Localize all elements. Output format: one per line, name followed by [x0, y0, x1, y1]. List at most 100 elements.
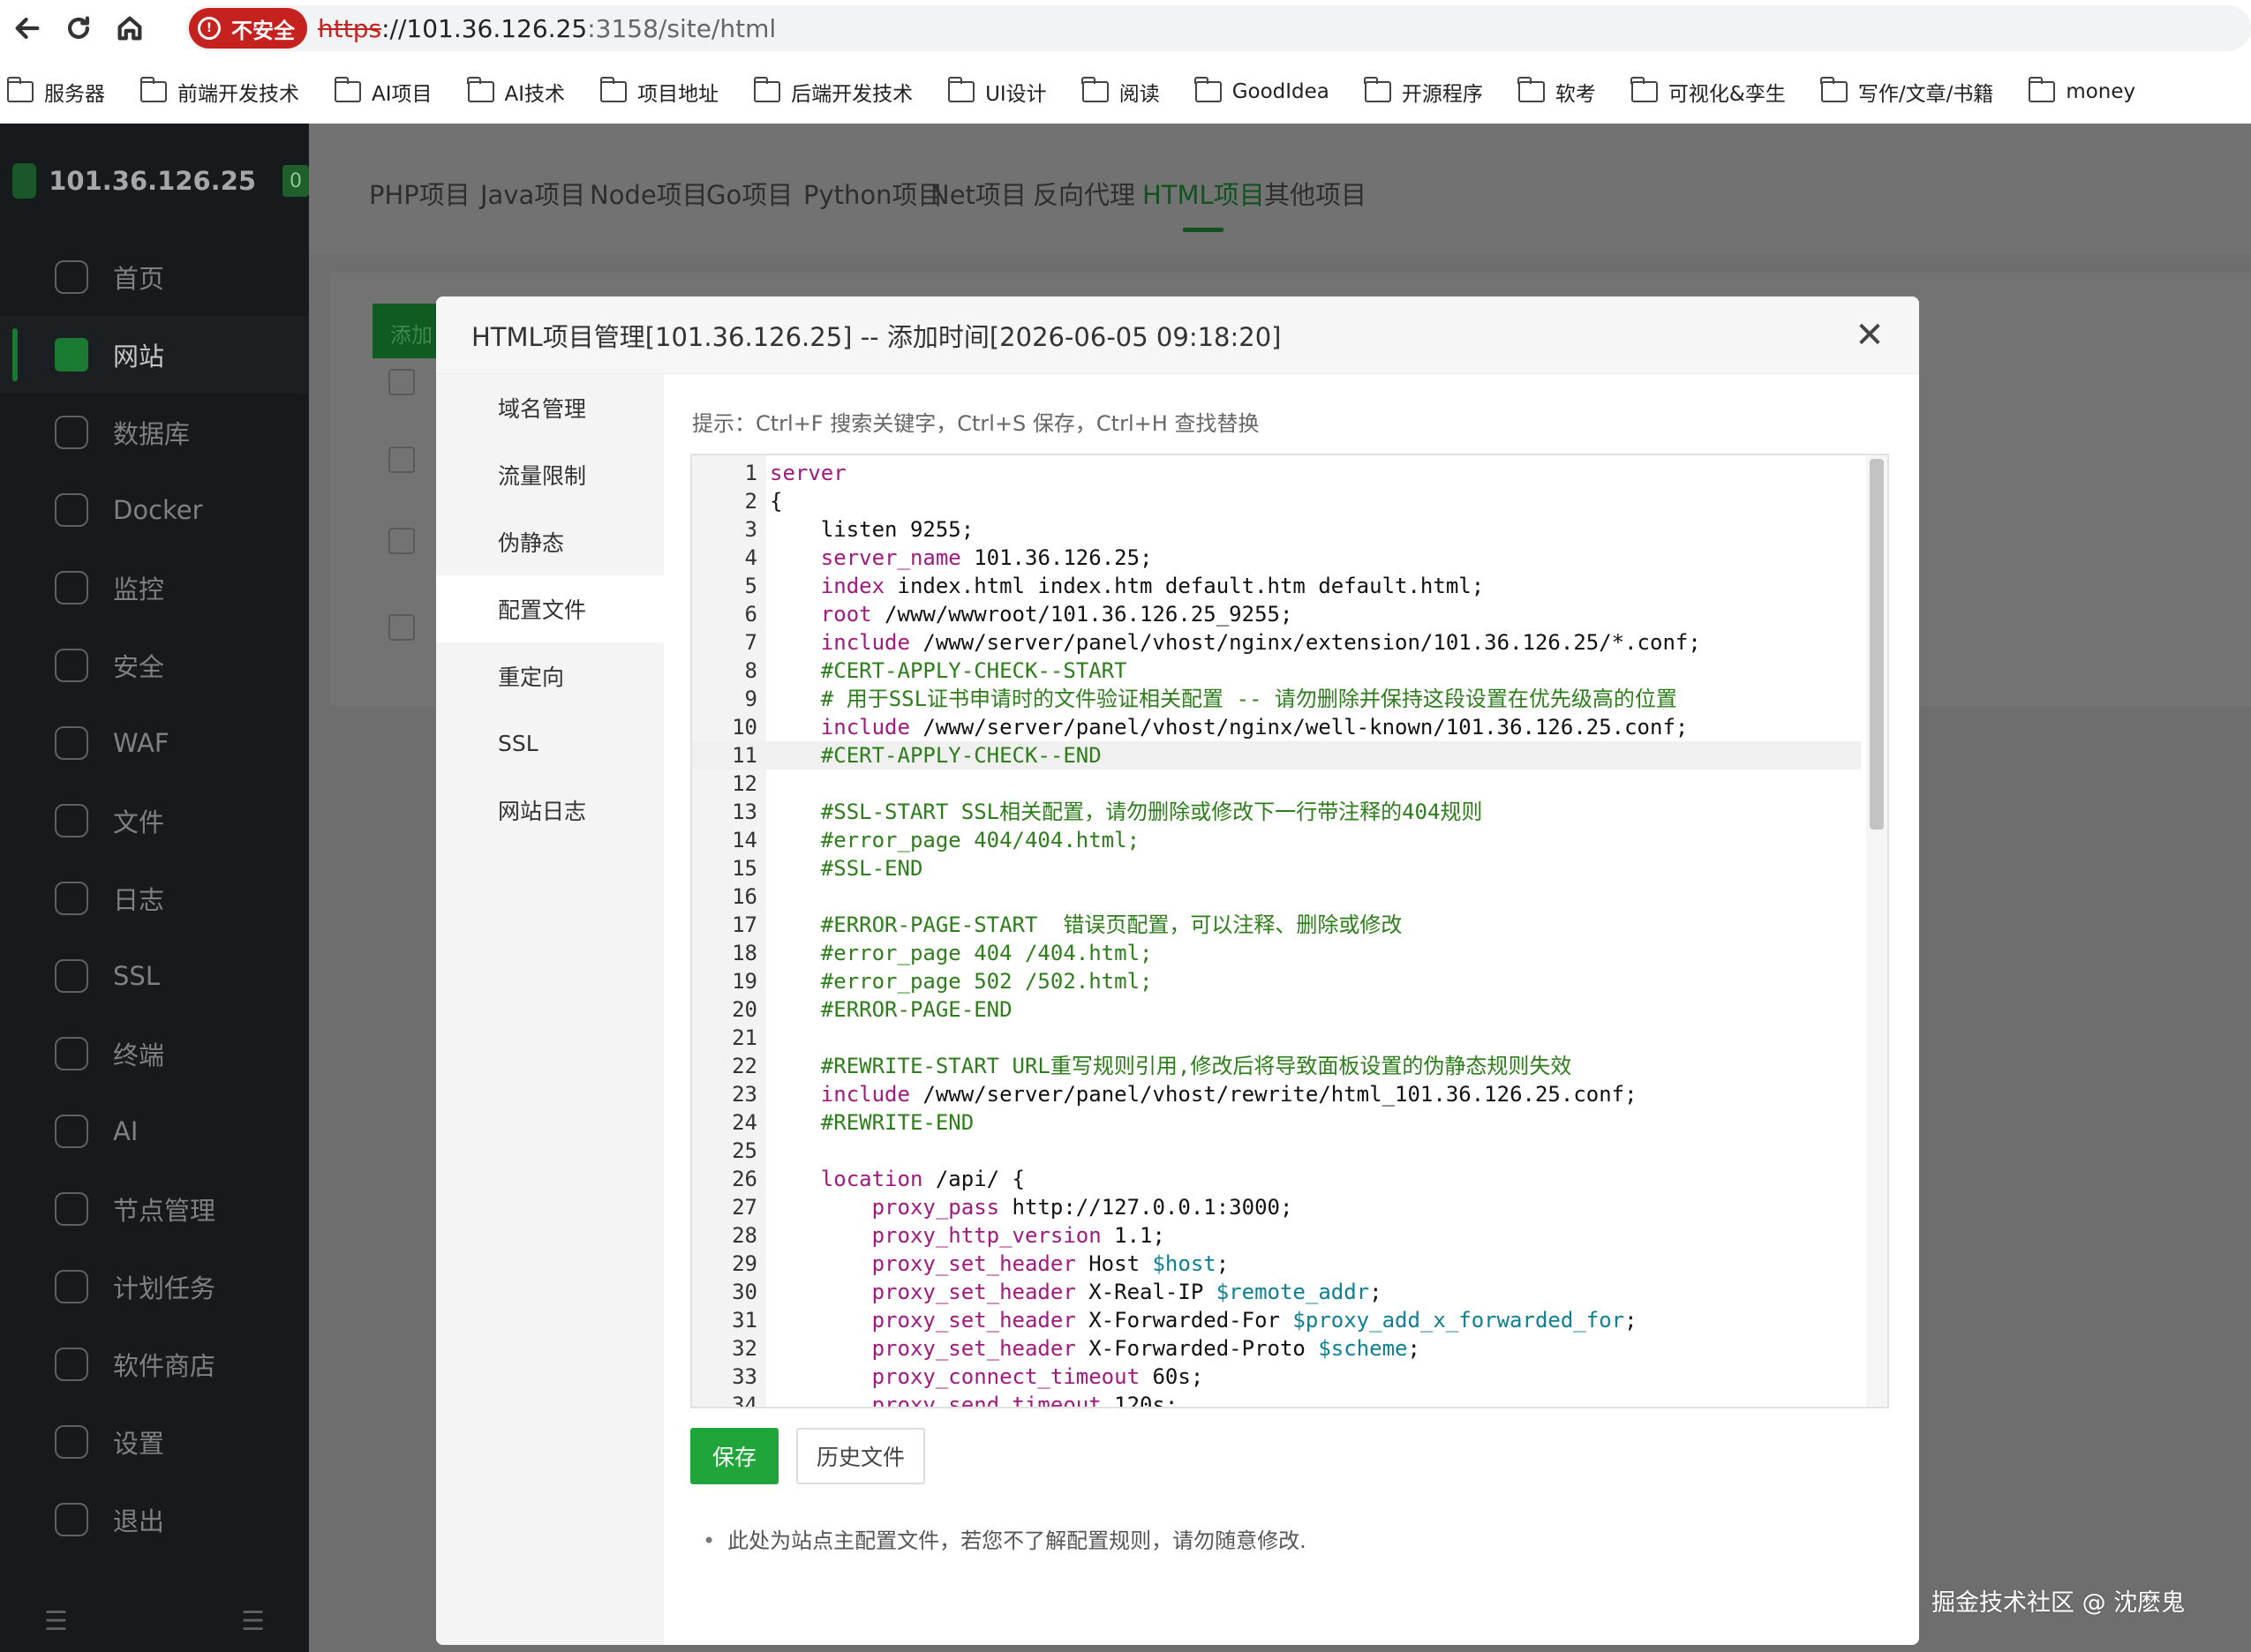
bookmark-item[interactable]: 前端开发技术: [139, 77, 299, 107]
code-line[interactable]: 22 #REWRITE-START URL重写规则引用,修改后将导致面板设置的伪…: [692, 1052, 1861, 1080]
code-line[interactable]: 20 #ERROR-PAGE-END: [692, 995, 1861, 1024]
sidebar-item[interactable]: 节点管理: [0, 1170, 309, 1248]
server-ip[interactable]: 101.36.126.25: [49, 166, 256, 196]
bookmark-item[interactable]: 阅读: [1081, 77, 1160, 107]
editor-scrollbar[interactable]: [1866, 455, 1887, 1407]
collapse-menu-icon[interactable]: ☰: [44, 1606, 68, 1637]
save-button[interactable]: 保存: [690, 1428, 779, 1484]
project-tab[interactable]: Java项目: [480, 175, 585, 212]
row-checkbox[interactable]: [388, 614, 415, 641]
bookmark-item[interactable]: AI技术: [467, 77, 565, 107]
project-tab[interactable]: 反向代理: [1033, 175, 1135, 212]
code-lines[interactable]: 1 server 2{3 listen 9255; 4 server_name 101…: [692, 459, 1861, 1407]
address-bar[interactable]: ! 不安全 https://101.36.126.25:3158/site/ht…: [185, 5, 2251, 51]
code-line[interactable]: 32 proxy_set_header X-Forwarded-Proto $s…: [692, 1334, 1861, 1363]
code-line[interactable]: 31 proxy_set_header X-Forwarded-For $pro…: [692, 1306, 1861, 1334]
code-line[interactable]: 5 index index.html index.htm default.htm…: [692, 572, 1861, 600]
modal-nav-item[interactable]: 流量限制: [436, 441, 664, 508]
bookmark-item[interactable]: 写作/文章/书籍: [1820, 77, 1993, 107]
code-line[interactable]: 7 include /www/server/panel/vhost/nginx/…: [692, 628, 1861, 657]
sidebar-item[interactable]: 监控: [0, 549, 309, 627]
code-line[interactable]: 15 #SSL-END: [692, 854, 1861, 882]
bookmark-item[interactable]: money: [2028, 77, 2135, 103]
project-tab[interactable]: HTML项目: [1142, 175, 1265, 232]
project-tab[interactable]: PHP项目: [369, 175, 471, 212]
code-line[interactable]: 11 #CERT-APPLY-CHECK--END: [692, 741, 1861, 770]
code-line[interactable]: 14 #error_page 404/404.html;: [692, 826, 1861, 854]
bookmark-item[interactable]: 项目地址: [599, 77, 719, 107]
row-checkbox[interactable]: [388, 528, 415, 554]
bookmark-item[interactable]: AI项目: [334, 77, 433, 107]
bookmark-item[interactable]: 开源程序: [1364, 77, 1483, 107]
bookmark-item[interactable]: 可视化&孪生: [1630, 77, 1786, 107]
code-line[interactable]: 29 proxy_set_header Host $host;: [692, 1250, 1861, 1278]
config-editor[interactable]: 1 server 2{3 listen 9255; 4 server_name 101…: [690, 454, 1889, 1408]
bookmark-item[interactable]: GoodIdea: [1194, 77, 1329, 103]
modal-nav-item[interactable]: SSL: [436, 710, 664, 777]
code-line[interactable]: 34 proxy_send_timeout 120s;: [692, 1391, 1861, 1407]
project-tab[interactable]: Python项目: [803, 175, 944, 212]
sidebar-item[interactable]: 设置: [0, 1403, 309, 1481]
code-line[interactable]: 33 proxy_connect_timeout 60s;: [692, 1363, 1861, 1391]
code-line[interactable]: 21: [692, 1024, 1861, 1052]
project-tab[interactable]: Node项目: [590, 175, 708, 212]
code-line[interactable]: 8 #CERT-APPLY-CHECK--START: [692, 657, 1861, 685]
sidebar-item[interactable]: 终端: [0, 1015, 309, 1093]
code-line[interactable]: 10 include /www/server/panel/vhost/nginx…: [692, 713, 1861, 741]
code-line[interactable]: 24 #REWRITE-END: [692, 1108, 1861, 1137]
code-line[interactable]: 27 proxy_pass http://127.0.0.1:3000;: [692, 1193, 1861, 1221]
bookmark-item[interactable]: 软考: [1517, 77, 1596, 107]
sidebar-item[interactable]: Docker: [0, 471, 309, 549]
code-line[interactable]: 26 location /api/ {: [692, 1165, 1861, 1193]
sidebar-item[interactable]: 文件: [0, 782, 309, 860]
home-icon[interactable]: [106, 4, 154, 52]
bookmark-item[interactable]: UI设计: [947, 77, 1047, 107]
sidebar-item[interactable]: 安全: [0, 627, 309, 704]
code-line[interactable]: 9 # 用于SSL证书申请时的文件验证相关配置 -- 请勿删除并保持这段设置在优…: [692, 685, 1861, 713]
sidebar-item[interactable]: 首页: [0, 238, 309, 316]
code-line[interactable]: 6 root /www/wwwroot/101.36.126.25_9255;: [692, 600, 1861, 628]
code-line[interactable]: 4 server_name 101.36.126.25;: [692, 544, 1861, 572]
bookmark-item[interactable]: 服务器: [6, 77, 105, 107]
modal-nav-item[interactable]: 重定向: [436, 642, 664, 710]
list-view-icon[interactable]: ☰: [241, 1606, 265, 1637]
modal-nav-item[interactable]: 域名管理: [436, 374, 664, 441]
code-line[interactable]: 1 server: [692, 459, 1861, 487]
code-line[interactable]: 25: [692, 1137, 1861, 1165]
code-line[interactable]: 30 proxy_set_header X-Real-IP $remote_ad…: [692, 1278, 1861, 1306]
code-line[interactable]: 13 #SSL-START SSL相关配置，请勿删除或修改下一行带注释的404规…: [692, 798, 1861, 826]
sidebar-item[interactable]: 网站: [0, 316, 309, 394]
row-checkbox[interactable]: [388, 447, 415, 473]
code-line[interactable]: 23 include /www/server/panel/vhost/rewri…: [692, 1080, 1861, 1108]
bookmark-item[interactable]: 后端开发技术: [753, 77, 913, 107]
project-tab[interactable]: Net项目: [930, 175, 1027, 212]
history-files-button[interactable]: 历史文件: [796, 1428, 925, 1484]
alert-count-badge[interactable]: 0: [282, 165, 309, 197]
close-icon[interactable]: ✕: [1852, 318, 1887, 353]
sidebar-item[interactable]: 日志: [0, 860, 309, 937]
modal-nav-item[interactable]: 网站日志: [436, 777, 664, 844]
code-line[interactable]: 16: [692, 882, 1861, 911]
code-line[interactable]: 19 #error_page 502 /502.html;: [692, 967, 1861, 995]
scrollbar-thumb[interactable]: [1870, 459, 1884, 830]
row-checkbox[interactable]: [388, 369, 415, 395]
project-tab[interactable]: Go项目: [706, 175, 793, 212]
code-line[interactable]: 3 listen 9255;: [692, 515, 1861, 544]
sidebar-item[interactable]: 计划任务: [0, 1248, 309, 1325]
back-icon[interactable]: [4, 4, 51, 52]
code-line[interactable]: 17 #ERROR-PAGE-START 错误页配置，可以注释、删除或修改: [692, 911, 1861, 939]
code-line[interactable]: 28 proxy_http_version 1.1;: [692, 1221, 1861, 1250]
sidebar-item[interactable]: 软件商店: [0, 1325, 309, 1403]
code-line[interactable]: 12: [692, 770, 1861, 798]
insecure-badge[interactable]: ! 不安全: [189, 8, 307, 49]
url-text[interactable]: https://101.36.126.25:3158/site/html: [318, 14, 776, 43]
modal-nav-item[interactable]: 配置文件: [436, 575, 664, 642]
sidebar-item[interactable]: 数据库: [0, 394, 309, 471]
sidebar-item[interactable]: SSL: [0, 937, 309, 1015]
reload-icon[interactable]: [55, 4, 102, 52]
sidebar-item[interactable]: 退出: [0, 1481, 309, 1558]
code-line[interactable]: 18 #error_page 404 /404.html;: [692, 939, 1861, 967]
modal-nav-item[interactable]: 伪静态: [436, 508, 664, 575]
project-tab[interactable]: 其他项目: [1264, 175, 1366, 212]
sidebar-item[interactable]: WAF: [0, 704, 309, 782]
